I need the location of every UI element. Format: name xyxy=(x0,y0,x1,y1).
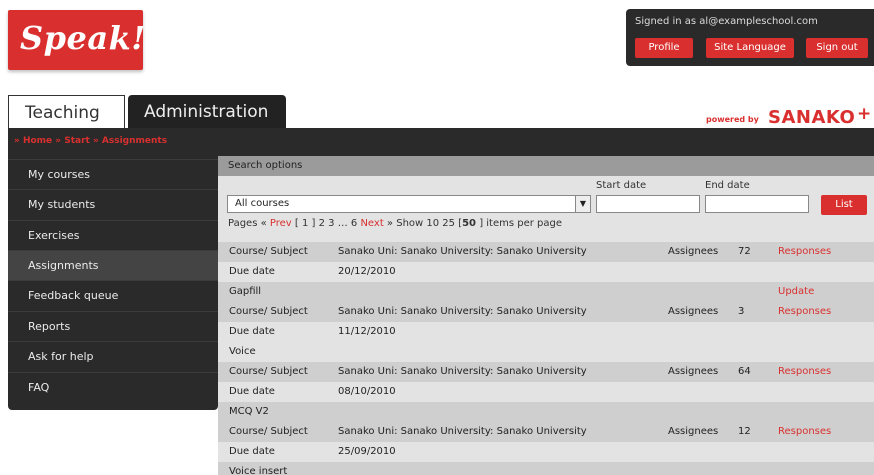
due-date-value: 25/09/2010 xyxy=(338,446,396,457)
show-label[interactable]: » Show 10 25 [ xyxy=(387,218,462,229)
sidebar-item-my-courses[interactable]: My courses xyxy=(8,159,218,189)
sidebar-item-my-students[interactable]: My students xyxy=(8,189,218,219)
assignees-count: 3 xyxy=(738,306,745,317)
speak-logo[interactable]: Speak! xyxy=(8,10,146,70)
sidebar-item-reports[interactable]: Reports xyxy=(8,311,218,341)
main-content: Search options Start date End date All c… xyxy=(218,156,874,475)
assignees-label: Assignees xyxy=(668,426,719,437)
pagination: Pages « Prev [ 1 ] 2 3 … 6 Next » Show 1… xyxy=(228,218,562,229)
assignment-name[interactable]: Voice xyxy=(229,342,256,362)
table-row: Due date 20/12/2010 xyxy=(218,262,874,282)
start-date-label: Start date xyxy=(596,180,647,191)
tab-teaching[interactable]: Teaching xyxy=(8,95,125,129)
profile-button[interactable]: Profile xyxy=(635,38,693,58)
sidebar-item-feedback-queue[interactable]: Feedback queue xyxy=(8,280,218,310)
due-date-value: 08/10/2010 xyxy=(338,386,396,397)
table-row: Gapfill Update xyxy=(218,282,874,302)
logo-text: Speak! xyxy=(20,19,146,57)
due-date-label: Due date xyxy=(229,326,275,337)
responses-link[interactable]: Responses xyxy=(778,362,831,382)
table-row: Voice xyxy=(218,342,874,362)
assignments-list: Course/ Subject Sanako Uni: Sanako Unive… xyxy=(218,242,874,475)
due-date-label: Due date xyxy=(229,446,275,457)
assignment-name[interactable]: Gapfill xyxy=(229,282,261,302)
sanako-mark-icon: + xyxy=(857,104,872,124)
course-select[interactable]: All courses ▼ xyxy=(227,195,591,213)
assignment-name[interactable]: MCQ V2 xyxy=(229,402,269,422)
table-row: Voice insert xyxy=(218,462,874,475)
page-numbers[interactable]: [ 1 ] 2 3 … 6 xyxy=(295,218,357,229)
end-date-label: End date xyxy=(705,180,750,191)
update-link[interactable]: Update xyxy=(778,282,814,302)
nav-bar: » Home » Start » Assignments xyxy=(8,128,874,156)
course-value: Sanako Uni: Sanako University: Sanako Un… xyxy=(338,306,587,317)
table-row: Course/ Subject Sanako Uni: Sanako Unive… xyxy=(218,362,874,382)
course-value: Sanako Uni: Sanako University: Sanako Un… xyxy=(338,426,587,437)
assignees-label: Assignees xyxy=(668,306,719,317)
course-label: Course/ Subject xyxy=(229,306,308,317)
assignment-name[interactable]: Voice insert xyxy=(229,462,287,475)
items-per-page-label: ] items per page xyxy=(479,218,563,229)
assignees-count: 64 xyxy=(738,366,751,377)
assignees-count: 12 xyxy=(738,426,751,437)
sign-out-button[interactable]: Sign out xyxy=(806,38,868,58)
course-value: Sanako Uni: Sanako University: Sanako Un… xyxy=(338,366,587,377)
list-button[interactable]: List xyxy=(821,195,867,215)
due-date-value: 20/12/2010 xyxy=(338,266,396,277)
course-value: Sanako Uni: Sanako University: Sanako Un… xyxy=(338,246,587,257)
sidebar-item-faq[interactable]: FAQ xyxy=(8,372,218,402)
course-label: Course/ Subject xyxy=(229,246,308,257)
course-label: Course/ Subject xyxy=(229,366,308,377)
assignees-count: 72 xyxy=(738,246,751,257)
show-selected[interactable]: 50 xyxy=(462,218,476,229)
search-options-header: Search options xyxy=(218,156,874,176)
breadcrumb[interactable]: » Home » Start » Assignments xyxy=(14,136,167,146)
table-row: MCQ V2 xyxy=(218,402,874,422)
table-row: Course/ Subject Sanako Uni: Sanako Unive… xyxy=(218,302,874,322)
table-row: Due date 25/09/2010 xyxy=(218,442,874,462)
due-date-label: Due date xyxy=(229,266,275,277)
signed-in-text: Signed in as al@exampleschool.com xyxy=(635,16,818,27)
responses-link[interactable]: Responses xyxy=(778,302,831,322)
assignees-label: Assignees xyxy=(668,366,719,377)
responses-link[interactable]: Responses xyxy=(778,422,831,442)
sanako-logo: SANAKO xyxy=(768,107,856,128)
due-date-label: Due date xyxy=(229,386,275,397)
pages-label: Pages « xyxy=(228,218,267,229)
table-row: Course/ Subject Sanako Uni: Sanako Unive… xyxy=(218,242,874,262)
site-language-button[interactable]: Site Language xyxy=(706,38,794,58)
table-row: Due date 11/12/2010 xyxy=(218,322,874,342)
sidebar-item-ask-for-help[interactable]: Ask for help xyxy=(8,341,218,371)
start-date-input[interactable] xyxy=(596,195,700,213)
account-panel: Signed in as al@exampleschool.com Profil… xyxy=(626,9,874,66)
due-date-value: 11/12/2010 xyxy=(338,326,396,337)
assignees-label: Assignees xyxy=(668,246,719,257)
table-row: Course/ Subject Sanako Uni: Sanako Unive… xyxy=(218,422,874,442)
next-link[interactable]: Next xyxy=(360,218,383,229)
end-date-input[interactable] xyxy=(705,195,809,213)
sidebar: My courses My students Exercises Assignm… xyxy=(8,156,218,410)
chevron-down-icon[interactable]: ▼ xyxy=(575,196,590,212)
course-label: Course/ Subject xyxy=(229,426,308,437)
sidebar-item-assignments[interactable]: Assignments xyxy=(8,250,218,280)
responses-link[interactable]: Responses xyxy=(778,242,831,262)
powered-by-label: powered by xyxy=(706,115,759,124)
tab-administration[interactable]: Administration xyxy=(128,95,286,129)
sidebar-item-exercises[interactable]: Exercises xyxy=(8,220,218,250)
prev-link[interactable]: Prev xyxy=(270,218,292,229)
course-select-value: All courses xyxy=(235,198,290,209)
table-row: Due date 08/10/2010 xyxy=(218,382,874,402)
